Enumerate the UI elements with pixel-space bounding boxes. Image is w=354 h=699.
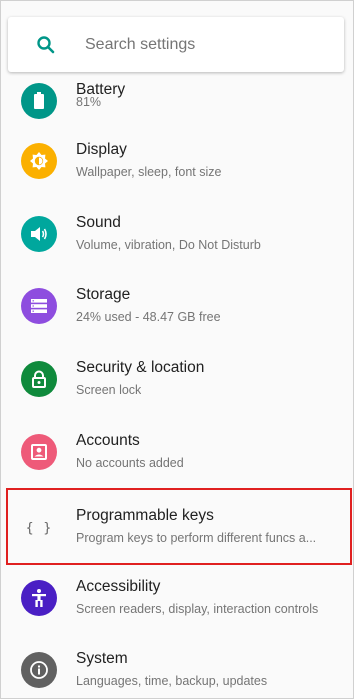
settings-item-title: Accessibility bbox=[76, 578, 161, 595]
settings-item-summary: Screen lock bbox=[76, 383, 142, 397]
accessibility-icon bbox=[21, 580, 57, 616]
settings-item-title: Sound bbox=[76, 214, 121, 231]
settings-item-summary: Screen readers, display, interaction con… bbox=[76, 602, 319, 616]
settings-item-title: Display bbox=[76, 141, 127, 158]
info-icon bbox=[21, 652, 57, 688]
settings-item-summary: Languages, time, backup, updates bbox=[76, 674, 268, 688]
storage-icon bbox=[21, 288, 57, 324]
code-braces-icon: { } bbox=[25, 520, 53, 536]
lock-icon bbox=[21, 361, 57, 397]
brightness-icon bbox=[21, 143, 57, 179]
settings-item-summary: Volume, vibration, Do Not Disturb bbox=[76, 238, 261, 252]
settings-item-title: Storage bbox=[76, 286, 131, 303]
account-box-icon bbox=[21, 434, 57, 470]
settings-item-system[interactable]: System Languages, time, backup, updates bbox=[1, 634, 353, 698]
volume-icon bbox=[21, 216, 57, 252]
search-input[interactable]: Search settings bbox=[85, 36, 195, 54]
settings-item-summary: 24% used - 48.47 GB free bbox=[76, 310, 221, 324]
settings-item-display[interactable]: Display Wallpaper, sleep, font size bbox=[1, 125, 353, 197]
settings-item-title: System bbox=[76, 650, 128, 667]
settings-item-programmable-keys[interactable]: { } Programmable keys Program keys to pe… bbox=[6, 488, 352, 565]
settings-item-title: Programmable keys bbox=[76, 507, 214, 524]
settings-item-storage[interactable]: Storage 24% used - 48.47 GB free bbox=[1, 270, 353, 342]
settings-screen: Battery 81% Display Wallpaper, sleep, fo… bbox=[0, 0, 354, 699]
search-bar[interactable]: Search settings bbox=[8, 17, 344, 72]
settings-item-title: Accounts bbox=[76, 432, 140, 449]
settings-item-accounts[interactable]: Accounts No accounts added bbox=[1, 416, 353, 488]
settings-item-security[interactable]: Security & location Screen lock bbox=[1, 343, 353, 415]
settings-item-summary: Wallpaper, sleep, font size bbox=[76, 165, 222, 179]
search-icon[interactable] bbox=[35, 34, 57, 56]
settings-item-title: Security & location bbox=[76, 359, 205, 376]
settings-item-summary: 81% bbox=[76, 95, 102, 109]
battery-icon bbox=[21, 83, 57, 119]
settings-item-summary: Program keys to perform different funcs … bbox=[76, 531, 317, 545]
settings-item-summary: No accounts added bbox=[76, 456, 184, 470]
settings-item-accessibility[interactable]: Accessibility Screen readers, display, i… bbox=[1, 562, 353, 634]
settings-item-sound[interactable]: Sound Volume, vibration, Do Not Disturb bbox=[1, 198, 353, 270]
